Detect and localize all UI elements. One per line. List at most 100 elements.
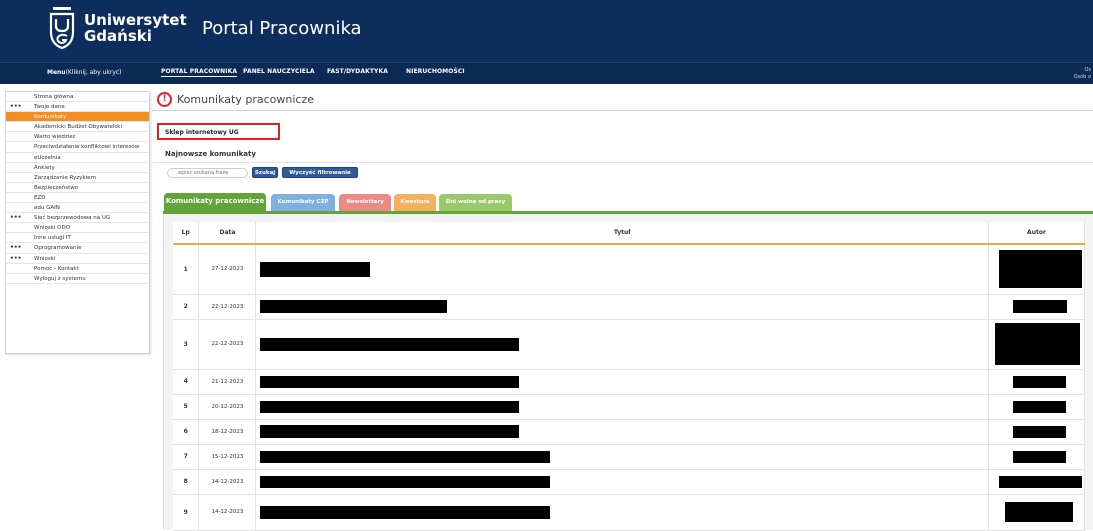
row-author: [988, 394, 1086, 420]
search-input[interactable]: [167, 168, 248, 178]
sidebar-item-label: Pomoc - Kontakt: [34, 265, 79, 272]
sidebar-item-wyloguj[interactable]: Wyloguj z systemu: [6, 274, 149, 284]
header-lp[interactable]: Lp: [173, 222, 200, 245]
row-lp: 8: [173, 469, 200, 495]
row-date: 15-12-2023: [198, 444, 257, 470]
nav-portal-pracownika[interactable]: PORTAL PRACOWNIKA: [161, 68, 238, 77]
sidebar-item-label: Wnioski ODO: [34, 225, 71, 232]
sidebar-item-inne-uslugi-it[interactable]: Inne usługi IT: [6, 233, 149, 244]
header-autor[interactable]: Autor: [988, 222, 1086, 245]
table-row[interactable]: 5 20-12-2023: [173, 394, 1086, 420]
sidebar-item-warto-wiedziec[interactable]: Warto wiedzieć: [6, 132, 149, 143]
sidebar-item-edu-gain[interactable]: edu GAIN: [6, 203, 149, 214]
sidebar-item-konflikt-interesow[interactable]: Przeciwdziałanie konfliktowi interesów: [6, 142, 149, 153]
row-author: [988, 244, 1086, 295]
redacted-title: [260, 375, 520, 388]
sidebar-item-euczelnia[interactable]: eUczelnia: [6, 153, 149, 163]
tab-komunikaty-pracownicze[interactable]: Komunikaty pracownicze: [164, 193, 266, 211]
tab-komunikaty-czp[interactable]: Komunikaty CZP: [271, 194, 335, 211]
table-row[interactable]: 7 15-12-2023: [173, 444, 1086, 470]
row-title[interactable]: [255, 244, 989, 295]
sidebar-item-komunikaty[interactable]: Komunikaty: [6, 112, 149, 123]
table-row[interactable]: 8 14-12-2023: [173, 469, 1086, 495]
row-title[interactable]: [255, 444, 989, 470]
table-row[interactable]: 1 27-12-2023: [173, 244, 1086, 295]
row-lp: 9: [173, 494, 200, 531]
sidebar-item-label: Akademicki Budżet Obywatelski: [34, 124, 122, 131]
tab-newslettery[interactable]: Newslettery: [339, 194, 391, 211]
sidebar-item-label: Przeciwdziałanie konfliktowi interesów: [34, 144, 140, 151]
sidebar-item-strona-glowna[interactable]: Strona główna: [6, 92, 149, 103]
sidebar-item-siec-bezprzewodowa[interactable]: ••• Sieć bezprzewodowa na UG: [6, 213, 149, 224]
row-title[interactable]: [255, 369, 989, 395]
row-lp: 2: [173, 294, 200, 320]
sidebar-item-label: Inne usługi IT: [34, 235, 71, 242]
nav-panel-nauczyciela[interactable]: PANEL NAUCZYCIELA: [243, 68, 315, 75]
sidebar-item-wnioski[interactable]: ••• Wnioski: [6, 254, 149, 264]
sidebar-item-pomoc-kontakt[interactable]: Pomoc - Kontakt: [6, 264, 149, 274]
redacted-author: [1012, 375, 1066, 388]
portal-title: Portal Pracownika: [202, 18, 362, 39]
sidebar-item-budzet-obywatelski[interactable]: Akademicki Budżet Obywatelski: [6, 122, 149, 133]
sidebar-item-label: edu GAIN: [34, 205, 60, 212]
redacted-title: [260, 425, 520, 438]
redacted-title: [260, 400, 520, 413]
row-date: 22-12-2023: [198, 294, 257, 320]
sidebar-item-ezd[interactable]: EZD: [6, 193, 149, 204]
redacted-author: [1012, 425, 1066, 438]
sidebar-item-label: Wyloguj z systemu: [34, 275, 86, 282]
user-info[interactable]: Os Osób o: [1074, 67, 1091, 81]
sidebar-item-zarzadzanie-ryzykiem[interactable]: Zarządzanie Ryzykiem: [6, 173, 149, 183]
menu-toggle-hint: (Kliknij, aby ukryć): [65, 69, 122, 76]
search-button[interactable]: Szukaj: [252, 167, 278, 178]
sidebar-item-label: Oprogramowanie: [34, 245, 82, 252]
row-title[interactable]: [255, 419, 989, 445]
nav-nieruchomosci[interactable]: NIERUCHOMOŚCI: [406, 68, 465, 75]
menu-toggle-bold: Menu: [47, 69, 66, 76]
header-tytul[interactable]: Tytuł: [255, 222, 989, 245]
header-data[interactable]: Data: [198, 222, 257, 245]
row-date: 27-12-2023: [198, 244, 257, 295]
row-lp: 3: [173, 319, 200, 370]
redacted-author: [1012, 450, 1066, 463]
clear-filter-button[interactable]: Wyczyść filtrowanie: [282, 167, 358, 178]
main-navbar: Menu(Kliknij, aby ukryć) PORTAL PRACOWNI…: [0, 62, 1093, 84]
university-name-line2: Gdański: [84, 27, 152, 45]
shop-link[interactable]: Sklep internetowy UG: [157, 123, 280, 140]
menu-toggle[interactable]: Menu(Kliknij, aby ukryć): [47, 69, 122, 76]
row-title[interactable]: [255, 319, 989, 370]
table-row[interactable]: 2 22-12-2023: [173, 294, 1086, 320]
tab-dni-wolne[interactable]: Dni wolne od pracy: [439, 194, 512, 211]
row-date: 22-12-2023: [198, 319, 257, 370]
alert-icon: !: [157, 92, 172, 107]
sidebar-item-wnioski-odo[interactable]: Wnioski ODO: [6, 223, 149, 234]
sidebar-item-label: EZD: [34, 194, 46, 201]
university-name[interactable]: Uniwersytet Gdański: [84, 12, 187, 44]
redacted-title: [260, 475, 551, 488]
row-title[interactable]: [255, 494, 989, 531]
sidebar-item-bezpieczenstwo[interactable]: Bezpieczeństwo: [6, 183, 149, 193]
nav-fast-dydaktyka[interactable]: FAST/DYDAKTYKA: [327, 68, 388, 75]
row-title[interactable]: [255, 469, 989, 495]
tab-kwestura[interactable]: Kwestura: [394, 194, 436, 211]
row-title[interactable]: [255, 294, 989, 320]
sidebar-item-oprogramowanie[interactable]: ••• Oprogramowanie: [6, 243, 149, 254]
redacted-title: [260, 261, 371, 277]
table-row[interactable]: 9 14-12-2023: [173, 494, 1086, 531]
sidebar-item-ankiety[interactable]: Ankiety: [6, 163, 149, 173]
sidebar-item-label: Strona główna: [34, 94, 74, 100]
sidebar-item-label: Zarządzanie Ryzykiem: [34, 174, 96, 181]
expand-dots-icon: •••: [10, 244, 22, 252]
table-row[interactable]: 3 22-12-2023: [173, 319, 1086, 370]
table-row[interactable]: 4 21-12-2023: [173, 369, 1086, 395]
sidebar-item-twoje-dane[interactable]: ••• Twoje dane: [6, 102, 149, 113]
row-author: [988, 444, 1086, 470]
redacted-author: [998, 250, 1082, 289]
university-logo-icon[interactable]: [48, 6, 76, 50]
redacted-author: [998, 475, 1082, 488]
row-title[interactable]: [255, 394, 989, 420]
row-lp: 7: [173, 444, 200, 470]
table-row[interactable]: 6 18-12-2023: [173, 419, 1086, 445]
redacted-title: [260, 300, 448, 313]
row-date: 20-12-2023: [198, 394, 257, 420]
